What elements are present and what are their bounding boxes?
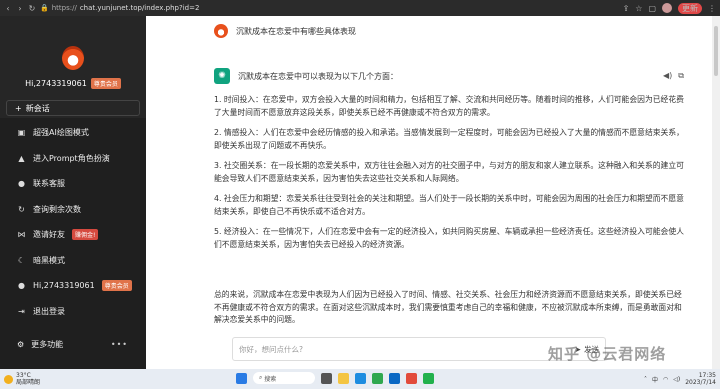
sidebar-item-dark-mode[interactable]: ☾ 暗黑模式: [0, 248, 146, 274]
chevron-up-icon[interactable]: ˄: [644, 376, 647, 383]
url-scheme: https://: [51, 4, 77, 12]
user-icon: ●: [18, 281, 25, 291]
assistant-answer: ✺ 沉默成本在恋爱中可以表现为以下几个方面： ◀) ⧉ 1. 时间投入：在恋爱中…: [214, 68, 684, 259]
clock-date: 2023/7/14: [685, 379, 716, 386]
copy-icon[interactable]: ⧉: [678, 71, 684, 81]
sidebar-item-label: 邀请好友: [33, 230, 65, 240]
task-view-icon[interactable]: [321, 372, 332, 384]
star-icon[interactable]: ☆: [635, 4, 642, 13]
sidebar-item-label: 暗黑模式: [33, 255, 65, 265]
weather-text: 局部晴朗: [16, 379, 41, 386]
wifi-icon[interactable]: ◠: [663, 376, 668, 383]
answer-point: 2. 情感投入：人们在恋爱中会经历情感的投入和承诺。当感情发展到一定程度时，可能…: [214, 128, 684, 150]
update-badge[interactable]: 更新: [678, 2, 702, 14]
back-icon[interactable]: ‹: [4, 4, 12, 13]
sidebar-item-support[interactable]: ● 联系客服: [0, 171, 146, 197]
watermark: 知乎 @云君网络: [548, 345, 667, 363]
new-chat-label: 新会话: [25, 103, 50, 113]
sidebar-item-prompt[interactable]: ▲ 进入Prompt角色扮演: [0, 146, 146, 172]
wechat-icon[interactable]: [423, 372, 434, 384]
answer-point: 4. 社会压力和期望：恋爱关系往往受到社会的关注和期望。当人们处于一段长期的关系…: [214, 194, 684, 216]
sidebar-item-label: 退出登录: [33, 306, 65, 316]
browser-toolbar: ‹ › ↻ 🔒 https://chat.yunjunet.top/index.…: [0, 0, 720, 16]
more-features-button[interactable]: ⚙ 更多功能 •••: [0, 333, 146, 355]
sidebar-item-logout[interactable]: ⇥ 退出登录: [0, 299, 146, 325]
answer-point: 1. 时间投入：在恋爱中，双方会投入大量的时间和精力，包括相互了解、交流和共同经…: [214, 95, 684, 117]
sidebar: Hi,2743319061 尊贵会员 + 新会话 ▣ 超强AI绘图模式 ▲ 进入Pr…: [0, 16, 146, 369]
temperature: 33°C: [16, 372, 31, 379]
taskbar-search[interactable]: ⌕ 搜索: [253, 372, 315, 384]
sidebar-item-label: 查询剩余次数: [33, 204, 81, 214]
extensions-icon[interactable]: ▢: [648, 4, 656, 13]
volume-icon[interactable]: ◁): [673, 376, 680, 383]
vip-badge: 尊贵会员: [90, 77, 121, 89]
url-text: chat.yunjunet.top/index.php?id=2: [79, 4, 200, 12]
moon-icon: ☾: [17, 255, 26, 265]
edge-icon[interactable]: [355, 372, 366, 384]
windows-start-icon[interactable]: [236, 372, 247, 384]
chat-input-placeholder: 你好，想问点什么?: [239, 344, 303, 354]
scrollbar[interactable]: [712, 16, 720, 369]
sidebar-item-label: 超强AI绘图模式: [33, 128, 89, 138]
chat-area: 沉默成本在恋爱中有哪些具体表现 ✺ 沉默成本在恋爱中可以表现为以下几个方面： ◀…: [146, 16, 712, 369]
weather-widget[interactable]: 33°C 局部晴朗: [4, 372, 40, 386]
sidebar-item-account[interactable]: ● Hi,2743319061 尊贵会员: [0, 273, 146, 299]
forward-icon[interactable]: ›: [16, 4, 24, 13]
answer-point: 5. 经济投入：在一些情况下，人们在恋爱中会有一定的经济投入，如共同购买房屋、车…: [214, 227, 684, 249]
scrollbar-thumb[interactable]: [714, 26, 718, 76]
more-features-label: 更多功能: [31, 339, 64, 349]
sidebar-item-ai-draw[interactable]: ▣ 超强AI绘图模式: [0, 120, 146, 146]
more-dots-icon[interactable]: •••: [111, 340, 128, 349]
reload-icon[interactable]: ↻: [28, 4, 36, 13]
app-icon[interactable]: [389, 372, 400, 384]
logout-icon: ⇥: [18, 306, 25, 316]
sun-icon: [4, 374, 13, 384]
vip-badge: 尊贵会员: [101, 280, 132, 292]
chrome-icon[interactable]: [372, 372, 383, 384]
answer-summary-block: 总的来说，沉默成本在恋爱中表现为人们因为已经投入了时间、情感、社交关系、社会压力…: [214, 289, 684, 335]
share-icon[interactable]: ⇪: [623, 4, 630, 13]
answer-summary: 总的来说，沉默成本在恋爱中表现为人们因为已经投入了时间、情感、社交关系、社会压力…: [214, 290, 682, 324]
graduation-icon: ▲: [18, 153, 25, 163]
search-label: 搜索: [264, 375, 277, 383]
username: Hi,2743319061: [25, 78, 87, 88]
plus-icon: +: [15, 103, 22, 113]
question-text: 沉默成本在恋爱中有哪些具体表现: [236, 26, 356, 36]
clock-time: 17:35: [698, 372, 716, 379]
image-icon: ▣: [17, 128, 26, 138]
lock-icon: 🔒: [40, 4, 49, 12]
site-logo: [62, 45, 84, 70]
new-chat-button[interactable]: + 新会话: [6, 100, 140, 116]
clock[interactable]: 17:35 2023/7/14: [685, 372, 716, 386]
sidebar-item-remaining[interactable]: ↻ 查询剩余次数: [0, 197, 146, 223]
answer-intro: 沉默成本在恋爱中可以表现为以下几个方面：: [238, 71, 398, 81]
system-tray: ˄ 中 ◠ ◁) 17:35 2023/7/14: [644, 372, 716, 386]
sidebar-menu: ▣ 超强AI绘图模式 ▲ 进入Prompt角色扮演 ● 联系客服 ↻ 查询剩余次数 ⋈ 邀…: [0, 120, 146, 324]
wechat-icon: ●: [18, 179, 25, 189]
user-question: 沉默成本在恋爱中有哪些具体表现: [214, 24, 356, 38]
commission-badge: 赚佣金!: [72, 229, 99, 241]
share-icon: ⋈: [17, 230, 26, 240]
refresh-icon: ↻: [18, 204, 25, 214]
app-icon[interactable]: [406, 372, 417, 384]
sidebar-item-label: 联系客服: [33, 179, 65, 189]
menu-dots-icon[interactable]: ⋮: [708, 4, 716, 13]
answer-point: 3. 社交圈关系：在一段长期的恋爱关系中，双方往往会融入对方的社交圈子中，与对方…: [214, 161, 684, 183]
input-language[interactable]: 中: [652, 375, 658, 384]
sidebar-item-label: 进入Prompt角色扮演: [33, 153, 110, 163]
gear-icon: ⚙: [17, 339, 25, 349]
user-avatar: [214, 24, 228, 38]
openai-icon: ✺: [214, 68, 230, 84]
profile-avatar[interactable]: [662, 3, 672, 13]
address-bar[interactable]: 🔒 https://chat.yunjunet.top/index.php?id…: [40, 4, 199, 12]
file-explorer-icon[interactable]: [338, 372, 349, 384]
sidebar-item-invite[interactable]: ⋈ 邀请好友 赚佣金!: [0, 222, 146, 248]
speaker-icon[interactable]: ◀): [663, 71, 672, 81]
windows-taskbar: 33°C 局部晴朗 ⌕ 搜索 ˄ 中 ◠ ◁) 17:35 2023/7/14: [0, 369, 720, 389]
sidebar-item-label: Hi,2743319061: [33, 281, 95, 291]
